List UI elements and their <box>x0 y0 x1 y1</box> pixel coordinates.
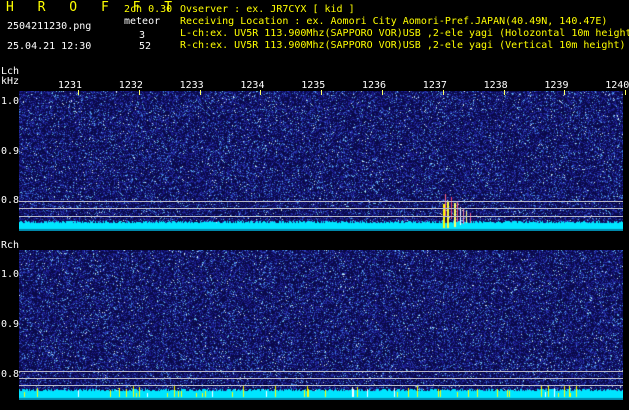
lch-ytick-0.9: 0.9 <box>1 146 20 157</box>
time-tick <box>503 90 505 95</box>
lch-ref-line-1 <box>19 201 623 202</box>
rch-receiver-info: R-ch:ex. UV5R 113.900Mhz(SAPPORO VOR)USB… <box>180 40 626 51</box>
time-tick <box>260 90 262 95</box>
lch-ref-line-2 <box>19 208 623 209</box>
channel-setting: 2ch 0.30 <box>124 4 173 15</box>
rch-ytick-0.9: 0.9 <box>1 319 20 330</box>
time-tick <box>382 90 383 95</box>
rch-ref-line-1 <box>19 371 623 372</box>
rch-ytick-0.8: 0.8 <box>1 369 20 380</box>
datetime-label: 25.04.21 12:30 <box>7 41 92 52</box>
lch-spectrogram <box>19 90 627 231</box>
time-tick <box>564 90 566 95</box>
lch-ref-line-3 <box>19 216 623 217</box>
observer-info: Ovserver : ex. JR7CYX [ kid ] <box>180 4 355 15</box>
time-tick <box>442 90 444 95</box>
time-tick <box>625 90 627 95</box>
lch-ytick-0.8: 0.8 <box>1 195 20 206</box>
lch-unit-label: kHz <box>1 76 20 87</box>
lch-receiver-info: L-ch:ex. UV5R 113.900Mhz(SAPPORO VOR)USB… <box>180 28 629 39</box>
lch-waterfall-canvas <box>19 91 623 231</box>
filename-label: 2504211230.png <box>7 21 92 32</box>
time-tick <box>321 90 323 95</box>
rch-label: Rch <box>1 240 20 251</box>
rch-ref-line-3 <box>19 385 623 386</box>
lch-ytick-1.0: 1.0 <box>1 96 20 107</box>
rch-meteor-count: 52 <box>139 41 152 52</box>
rch-spectrogram <box>19 250 623 400</box>
time-tick <box>138 90 140 95</box>
rch-ref-line-2 <box>19 378 623 379</box>
rch-ytick-1.0: 1.0 <box>1 269 20 280</box>
time-tick <box>199 90 201 95</box>
meteor-label: meteor <box>124 16 161 27</box>
time-tick <box>78 90 79 95</box>
location-info: Receiving Location : ex. Aomori City Aom… <box>180 16 608 27</box>
lch-meteor-count: 3 <box>139 30 146 41</box>
